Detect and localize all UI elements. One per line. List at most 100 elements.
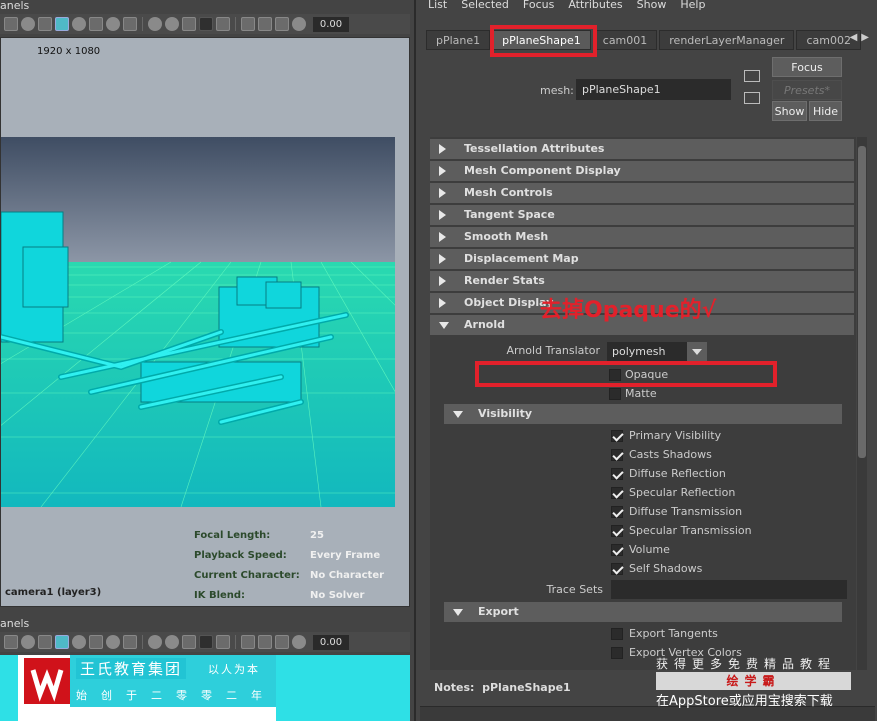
diffuse-transmission-label: Diffuse Transmission [629,505,743,518]
menu-show[interactable]: Show [637,0,667,14]
trace-sets-field[interactable] [611,580,847,599]
mesh-label: mesh: [540,84,574,97]
isolate-icon[interactable] [4,17,18,31]
antialias-icon[interactable] [182,635,196,649]
section-tessellation-attributes[interactable]: Tessellation Attributes [430,139,854,159]
focus-button[interactable]: Focus [772,57,842,77]
motion-blur-icon[interactable] [165,635,179,649]
watermark-brand: 绘学霸 [656,672,851,690]
primary-visibility-checkbox[interactable] [611,430,623,442]
isolate-icon[interactable] [4,635,18,649]
scene-render[interactable] [1,137,395,507]
depth-of-field-icon[interactable] [199,635,213,649]
xray-joints-icon[interactable] [258,635,272,649]
textured-icon[interactable] [89,635,103,649]
wireframe-icon[interactable] [38,17,52,31]
ambient-occlusion-icon[interactable] [148,17,162,31]
input-connections-icon[interactable] [744,70,760,82]
arnold-translator-dropdown[interactable]: polymesh [607,342,707,361]
section-visibility[interactable]: Visibility [444,404,842,424]
shaded-wire-icon[interactable] [72,635,86,649]
collapse-arrow-icon [439,322,449,329]
exposure-value[interactable]: 0.00 [313,16,349,32]
self-shadows-checkbox[interactable] [611,563,623,575]
tab-pplane1[interactable]: pPlane1 [426,30,491,50]
xray-active-icon[interactable] [275,635,289,649]
attribute-sections: Tessellation Attributes Mesh Component D… [430,137,856,670]
perspective-viewport[interactable]: 1920 x 1080 Focal Length: 25 Playback Sp… [0,37,410,607]
menu-list[interactable]: List [428,0,447,14]
export-tangents-checkbox[interactable] [611,628,623,640]
volume-checkbox[interactable] [611,544,623,556]
expand-arrow-icon [439,276,446,286]
specular-reflection-checkbox[interactable] [611,487,623,499]
trace-sets-label: Trace Sets [546,583,603,596]
logo-since: 始创于二零零二年 [76,689,276,702]
all-lights-icon[interactable] [106,635,120,649]
shadows-icon[interactable] [123,17,137,31]
antialias-icon[interactable] [182,17,196,31]
hud-value-current-character: No Character [310,570,385,581]
select-icon[interactable] [216,17,230,31]
diffuse-transmission-checkbox[interactable] [611,506,623,518]
menu-selected[interactable]: Selected [461,0,509,14]
section-export[interactable]: Export [444,602,842,622]
notes-value: pPlaneShape1 [482,681,571,694]
primary-visibility-label: Primary Visibility [629,429,722,442]
depth-of-field-icon[interactable] [199,17,213,31]
tab-scroll-arrows-icon[interactable]: ◀▶ [850,32,873,43]
hide-button[interactable]: Hide [809,101,842,121]
section-render-stats[interactable]: Render Stats [430,271,854,291]
show-button[interactable]: Show [772,101,807,121]
diffuse-reflection-checkbox[interactable] [611,468,623,480]
expand-arrow-icon [439,144,446,154]
xray-active-icon[interactable] [275,17,289,31]
section-smooth-mesh[interactable]: Smooth Mesh [430,227,854,247]
mesh-name-field[interactable]: pPlaneShape1 [576,79,731,100]
xray-icon[interactable] [241,635,255,649]
wireframe-icon[interactable] [38,635,52,649]
camera-name-label: camera1 (layer3) [5,587,102,598]
instruction-text: 去掉Opaque的√ [540,298,717,323]
resolution-gate-label: 1920 x 1080 [37,46,101,57]
exposure-icon[interactable] [292,17,306,31]
lighting-icon[interactable] [21,635,35,649]
shaded-wire-icon[interactable] [72,17,86,31]
lighting-icon[interactable] [21,17,35,31]
xray-icon[interactable] [241,17,255,31]
specular-transmission-checkbox[interactable] [611,525,623,537]
expand-arrow-icon [439,298,446,308]
section-mesh-component-display[interactable]: Mesh Component Display [430,161,854,181]
textured-icon[interactable] [89,17,103,31]
smooth-shade-icon[interactable] [55,635,69,649]
logo-name: 王氏教育集团 [76,658,187,679]
matte-checkbox[interactable] [609,388,621,400]
select-icon[interactable] [216,635,230,649]
logo-slogan: 以人为本 [208,663,260,676]
exposure-value-bottom[interactable]: 0.00 [313,634,349,650]
section-tangent-space[interactable]: Tangent Space [430,205,854,225]
presets-button[interactable]: Presets* [772,80,842,100]
shadows-icon[interactable] [123,635,137,649]
menu-help[interactable]: Help [680,0,705,14]
exposure-icon[interactable] [292,635,306,649]
smooth-shade-icon[interactable] [55,17,69,31]
section-displacement-map[interactable]: Displacement Map [430,249,854,269]
output-connections-icon[interactable] [744,92,760,104]
menu-focus[interactable]: Focus [523,0,554,14]
motion-blur-icon[interactable] [165,17,179,31]
expand-arrow-icon [439,232,446,242]
section-mesh-controls[interactable]: Mesh Controls [430,183,854,203]
all-lights-icon[interactable] [106,17,120,31]
tab-renderlayermanager[interactable]: renderLayerManager [659,30,795,50]
export-vertex-colors-checkbox[interactable] [611,647,623,659]
hud-label-current-character: Current Character: [194,570,300,581]
menu-attributes[interactable]: Attributes [568,0,622,14]
casts-shadows-checkbox[interactable] [611,449,623,461]
chevron-down-icon [687,342,707,361]
xray-joints-icon[interactable] [258,17,272,31]
scrollbar-thumb[interactable] [858,146,866,458]
diffuse-reflection-label: Diffuse Reflection [629,467,726,480]
tab-cam001[interactable]: cam001 [592,30,658,50]
ambient-occlusion-icon[interactable] [148,635,162,649]
